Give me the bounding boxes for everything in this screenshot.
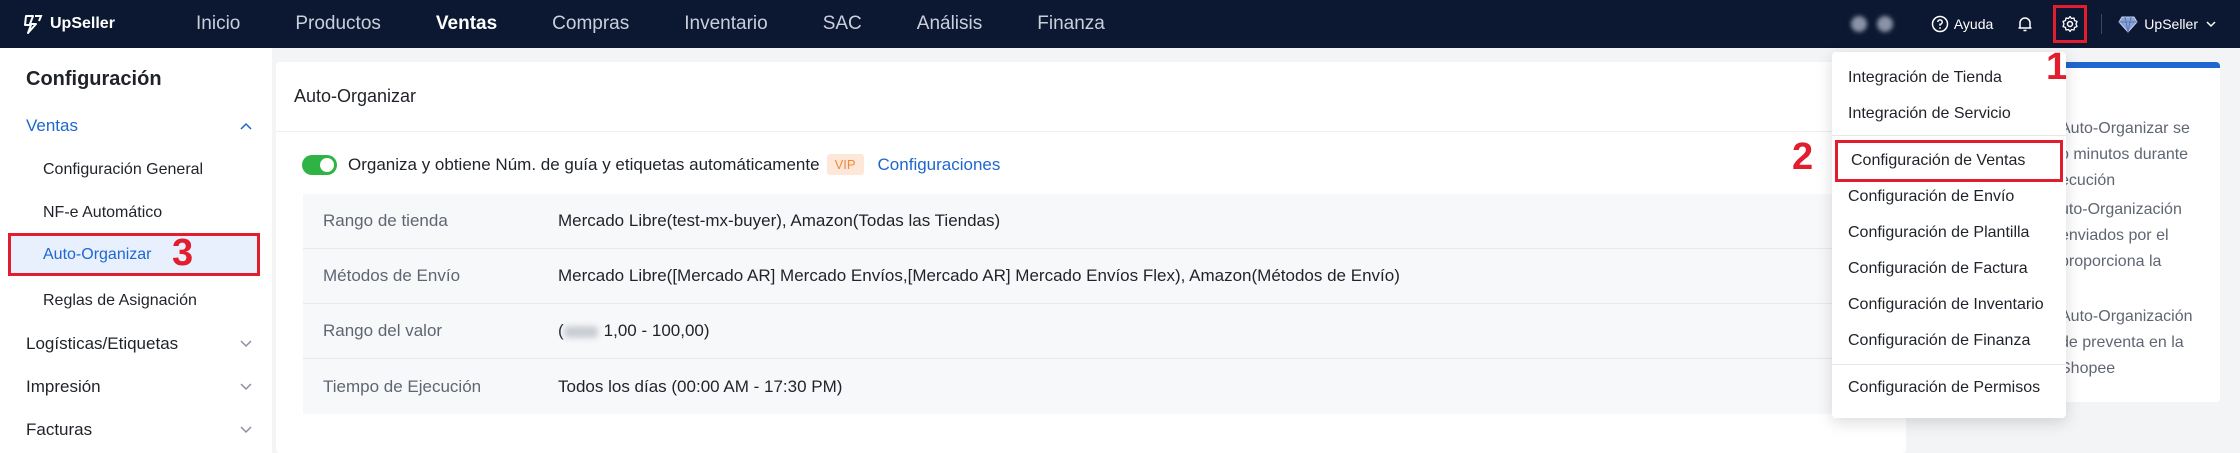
settings-dropdown: Integración de Tienda Integración de Ser… [1832,52,2066,418]
settings-button[interactable] [2053,5,2088,43]
annotation-number-3: 3 [172,232,194,274]
settings-sidebar: Configuración Ventas Configuración Gener… [0,48,272,453]
bell-icon [2018,17,2032,32]
info-line: enviados por el [2060,227,2169,244]
info-line: de preventa en la [2060,334,2184,351]
rule-value: Todos los días (00:00 AM - 17:30 PM) [558,376,843,396]
rule-row: Tiempo de Ejecución Todos los días (00:0… [303,359,1883,414]
nav-item-ventas[interactable]: Ventas [436,13,497,35]
rule-value-prefix: ( [558,321,564,340]
rule-label: Métodos de Envío [323,266,461,285]
notifications-button[interactable] [2009,8,2041,40]
auto-organize-toggle[interactable] [302,154,337,175]
gear-icon [2062,15,2078,33]
info-line: Shopee [2060,360,2116,377]
rule-row: Métodos de Envío Mercado Libre([Mercado … [303,249,1883,304]
sidebar-group-label: Impresión [26,377,101,396]
help-link[interactable]: Ayuda [1931,15,1993,33]
info-paragraph: Auto-Organizar se o minutos durante ecuc… [2060,116,2220,194]
chevron-down-icon [240,340,252,348]
menu-item-configuracion-plantilla[interactable]: Configuración de Plantilla [1848,224,2029,242]
app-logo-text: UpSeller [50,15,115,32]
menu-item-configuracion-factura[interactable]: Configuración de Factura [1848,260,2028,278]
configuraciones-link[interactable]: Configuraciones [878,155,1001,175]
sidebar-group-impresion[interactable]: Impresión [26,377,252,397]
info-paragraph: Auto-Organización de preventa en la Shop… [2060,304,2220,382]
annotation-number-2: 2 [1792,136,1814,178]
info-line: ecución [2060,172,2116,189]
chevron-down-icon [240,383,252,391]
menu-divider [1832,135,2066,136]
info-line: proporciona la [2060,253,2162,270]
user-menu[interactable]: UpSeller [2118,15,2216,33]
info-line: uto-Organización [2060,201,2182,218]
rule-value: (1,00 - 100,00) [558,321,710,341]
chevron-down-icon [240,426,252,434]
menu-item-configuracion-envio[interactable]: Configuración de Envío [1848,188,2014,206]
sidebar-group-facturas[interactable]: Facturas [26,420,252,440]
diamond-icon [2118,16,2138,33]
top-navbar: UpSeller Inicio Productos Ventas Compras… [0,0,2240,48]
info-line: Auto-Organizar se [2060,120,2190,137]
info-paragraph: uto-Organización enviados por el proporc… [2060,197,2220,275]
nav-item-compras[interactable]: Compras [552,13,629,35]
sidebar-item-auto-organizar[interactable]: Auto-Organizar [8,233,260,276]
sidebar-item-label: Auto-Organizar [43,245,152,263]
sidebar-item-configuracion-general[interactable]: Configuración General [43,161,203,179]
rule-value: Mercado Libre([Mercado AR] Mercado Envío… [558,266,1400,285]
nav-item-analisis[interactable]: Análisis [917,13,982,35]
rule-row: Rango del valor (1,00 - 100,00) [303,304,1883,359]
rule-value-range: 1,00 - 100,00) [603,321,710,340]
nav-item-finanza[interactable]: Finanza [1037,13,1105,35]
rules-table: Rango de tienda Mercado Libre(test-mx-bu… [303,194,1883,414]
menu-item-configuracion-inventario[interactable]: Configuración de Inventario [1848,296,2044,314]
sidebar-group-logisticas[interactable]: Logísticas/Etiquetas [26,334,252,354]
app-logo[interactable]: UpSeller [22,13,172,35]
upseller-logo-icon [24,15,43,34]
auto-organizar-card: Auto-Organizar Organiza y obtiene Núm. d… [276,62,1906,453]
rule-label: Tiempo de Ejecución [323,376,482,396]
blurred-currency [563,325,598,338]
rule-row: Rango de tienda Mercado Libre(test-mx-bu… [303,194,1883,249]
sidebar-item-reglas-asignacion[interactable]: Reglas de Asignación [43,292,197,310]
menu-divider [1832,364,2066,365]
annotation-number-1: 1 [2046,46,2068,88]
toggle-description: Organiza y obtiene Núm. de guía y etique… [348,154,820,174]
menu-item-configuracion-finanza[interactable]: Configuración de Finanza [1848,332,2030,350]
blurred-avatar [1850,16,1867,32]
sidebar-item-nfe-automatico[interactable]: NF-e Automático [43,204,162,222]
nav-item-inventario[interactable]: Inventario [684,13,767,35]
menu-item-integracion-tienda[interactable]: Integración de Tienda [1848,69,2002,87]
vip-badge: VIP [826,154,864,175]
chevron-down-icon [2206,21,2216,28]
sidebar-group-ventas[interactable]: Ventas [26,116,252,136]
nav-item-inicio[interactable]: Inicio [196,13,240,35]
nav-item-productos[interactable]: Productos [295,13,381,35]
info-line: Auto-Organización [2060,308,2193,325]
page-title: Auto-Organizar [276,62,1906,132]
divider [2101,14,2103,34]
sidebar-group-label: Logísticas/Etiquetas [26,334,179,353]
user-name: UpSeller [2144,16,2198,32]
chevron-up-icon [240,122,252,130]
help-label: Ayuda [1953,16,1994,32]
rule-value: Mercado Libre(test-mx-buyer), Amazon(Tod… [558,211,1001,230]
menu-item-integracion-servicio[interactable]: Integración de Servicio [1848,105,2011,123]
sidebar-group-label: Ventas [26,116,78,135]
sidebar-group-label: Facturas [26,420,93,439]
blurred-avatar [1876,16,1893,32]
auto-organize-setting: Organiza y obtiene Núm. de guía y etique… [302,154,1000,175]
sidebar-title: Configuración [26,68,162,90]
main-nav: Inicio Productos Ventas Compras Inventar… [172,0,1136,48]
menu-item-configuracion-ventas[interactable]: Configuración de Ventas [1835,140,2063,182]
info-line: o minutos durante [2060,146,2189,163]
rule-label: Rango de tienda [323,211,448,230]
menu-item-configuracion-permisos[interactable]: Configuración de Permisos [1848,379,2040,397]
nav-item-sac[interactable]: SAC [823,13,862,35]
question-circle-icon [1931,15,1949,33]
rule-label: Rango del valor [323,321,443,340]
